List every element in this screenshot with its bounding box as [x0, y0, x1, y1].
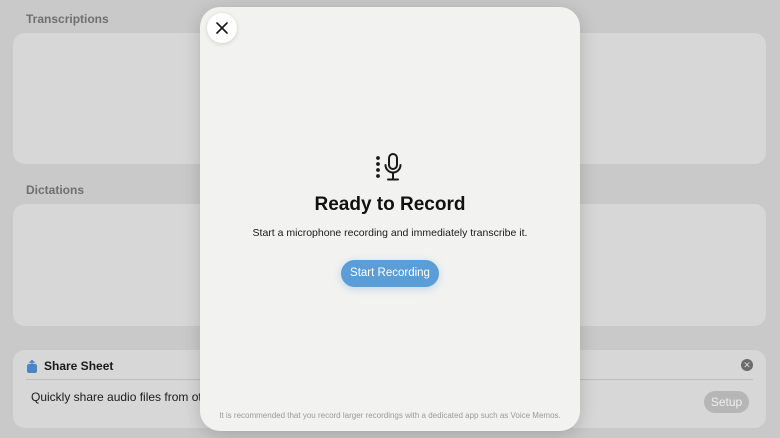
- record-modal: Ready to Record Start a microphone recor…: [200, 7, 580, 431]
- close-icon: [216, 22, 228, 34]
- share-icon: [27, 359, 37, 373]
- dictations-section-title: Dictations: [26, 183, 85, 197]
- microphone-icon: [376, 153, 402, 181]
- share-sheet-title: Share Sheet: [44, 359, 114, 373]
- modal-subtitle: Start a microphone recording and immedia…: [252, 227, 528, 239]
- start-recording-button[interactable]: Start Recording: [341, 260, 439, 287]
- close-button[interactable]: [207, 13, 237, 43]
- share-sheet-header: Share Sheet: [26, 359, 113, 373]
- setup-button[interactable]: Setup: [704, 391, 749, 413]
- transcriptions-section-title: Transcriptions: [26, 12, 109, 26]
- share-sheet-description: Quickly share audio files from othe: [31, 390, 216, 404]
- modal-footnote: It is recommended that you record larger…: [219, 411, 561, 420]
- share-sheet-close-icon[interactable]: ✕: [741, 359, 753, 371]
- modal-title: Ready to Record: [314, 194, 466, 215]
